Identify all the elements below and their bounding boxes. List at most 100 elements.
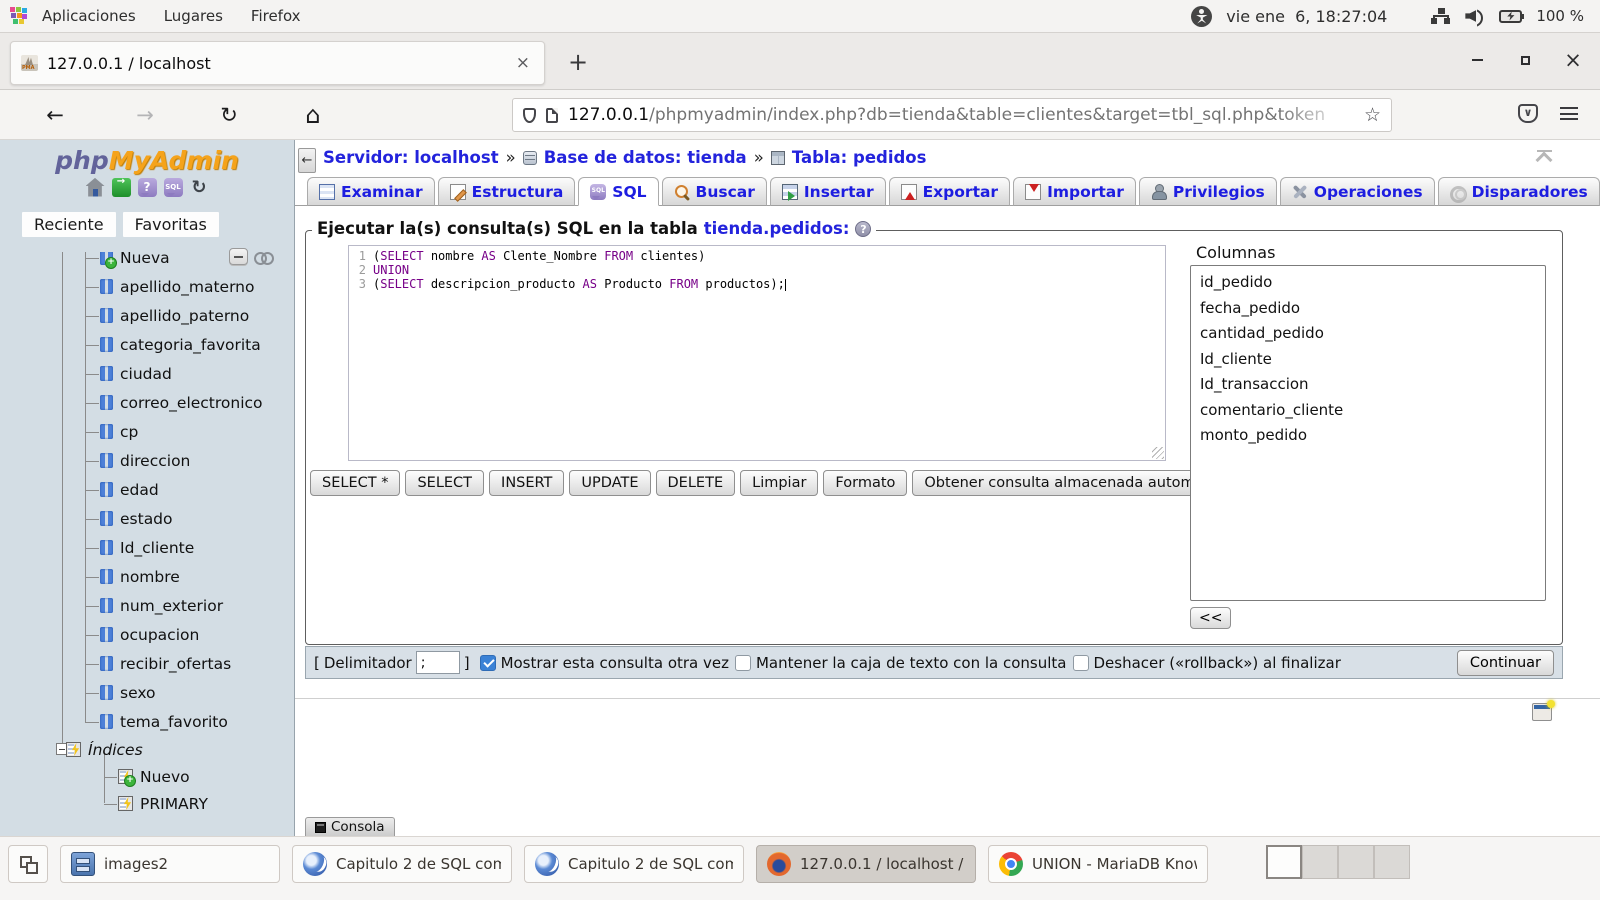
phpmyadmin-logo[interactable]: phpMyAdmin <box>0 146 294 175</box>
query-option[interactable]: Deshacer («rollback») al finalizar <box>1073 654 1341 672</box>
tree-item[interactable]: Índices <box>0 736 294 763</box>
pma-tab[interactable]: Privilegios <box>1139 177 1277 206</box>
sql-code-editor[interactable]: 1 (SELECT nombre AS Clente_Nombre FROM c… <box>348 245 1166 461</box>
bookmark-star-icon[interactable]: ☆ <box>1364 104 1381 126</box>
home-button[interactable]: ⌂ <box>298 100 328 130</box>
window-maximize-button[interactable] <box>1512 47 1538 73</box>
columns-collapse-button[interactable]: << <box>1190 607 1231 629</box>
reload-button[interactable]: ↻ <box>214 100 244 130</box>
refresh-icon[interactable]: ↻ <box>190 178 209 197</box>
taskbar-item[interactable]: Capitulo 2 de SQL com My... <box>524 845 744 883</box>
battery-icon[interactable] <box>1499 10 1522 23</box>
tree-item[interactable]: estado <box>0 504 294 533</box>
checkbox[interactable] <box>1073 655 1089 671</box>
editor-resize-handle[interactable] <box>1152 447 1164 459</box>
pocket-icon[interactable]: ∨ <box>1518 104 1538 123</box>
tree-item[interactable]: ocupacion <box>0 620 294 649</box>
show-desktop-button[interactable] <box>8 845 48 883</box>
tree-item[interactable]: num_exterior <box>0 591 294 620</box>
query-option[interactable]: Mostrar esta consulta otra vez <box>480 654 729 672</box>
column-option[interactable]: monto_pedido <box>1191 423 1545 449</box>
pma-tab[interactable]: Estructura <box>438 177 576 206</box>
tree-item[interactable]: direccion <box>0 446 294 475</box>
window-close-button[interactable]: × <box>1560 47 1586 73</box>
url-bar[interactable]: 127.0.0.1/phpmyadmin/index.php?db=tienda… <box>512 98 1392 132</box>
tree-item[interactable]: sexo <box>0 678 294 707</box>
sql-snippet-button[interactable]: Formato <box>823 470 907 496</box>
tracking-protection-shield-icon[interactable] <box>523 108 536 123</box>
network-icon[interactable] <box>1431 8 1451 24</box>
column-option[interactable]: comentario_cliente <box>1191 398 1545 424</box>
pma-tab[interactable]: SQL <box>578 177 658 206</box>
checkbox[interactable] <box>480 655 496 671</box>
tab-close-icon[interactable]: × <box>512 53 534 74</box>
distro-logo-icon[interactable] <box>10 7 28 25</box>
tree-item[interactable]: nombre <box>0 562 294 591</box>
pma-tab[interactable]: Disparadores <box>1438 177 1600 206</box>
columns-listbox[interactable]: id_pedido fecha_pedido cantidad_pedido I… <box>1190 265 1546 601</box>
new-tab-button[interactable]: + <box>568 51 588 73</box>
pma-tab[interactable]: Examinar <box>307 177 435 206</box>
page-info-icon[interactable] <box>546 108 558 123</box>
pma-tab[interactable]: Insertar <box>770 177 886 206</box>
tree-item[interactable]: tema_favorito <box>0 707 294 736</box>
delimiter-input[interactable] <box>416 651 460 674</box>
workspace-cell[interactable] <box>1338 845 1374 879</box>
sidebar-nav-tab[interactable]: Favoritas <box>123 212 219 237</box>
help-icon[interactable]: ? <box>138 178 157 197</box>
sql-snippet-button[interactable]: SELECT <box>405 470 484 496</box>
forward-button[interactable]: → <box>130 100 160 130</box>
page-settings-window-icon[interactable] <box>1532 703 1552 721</box>
scroll-top-icon[interactable] <box>1535 150 1555 164</box>
tree-item[interactable]: edad <box>0 475 294 504</box>
column-option[interactable]: cantidad_pedido <box>1191 321 1545 347</box>
sql-snippet-button[interactable]: INSERT <box>489 470 564 496</box>
taskbar-item[interactable]: 127.0.0.1 / localhost / tien... <box>756 845 976 883</box>
query-option[interactable]: Mantener la caja de texto con la consult… <box>735 654 1067 672</box>
topbar-menu[interactable]: Lugares <box>150 0 237 32</box>
sql-window-icon[interactable]: SQL <box>164 178 183 197</box>
console-bar[interactable]: Consola <box>305 817 395 836</box>
workspace-cell[interactable] <box>1374 845 1410 879</box>
url-text[interactable]: 127.0.0.1/phpmyadmin/index.php?db=tienda… <box>568 105 1358 125</box>
breadcrumb-table-link[interactable]: Tabla: pedidos <box>792 148 927 167</box>
column-option[interactable]: fecha_pedido <box>1191 296 1545 322</box>
tree-item[interactable]: categoria_favorita <box>0 330 294 359</box>
volume-icon[interactable] <box>1465 7 1485 25</box>
pma-tab[interactable]: Buscar <box>662 177 767 206</box>
tree-item[interactable]: Nueva <box>0 252 294 272</box>
back-button[interactable]: ← <box>40 100 70 130</box>
continue-button[interactable]: Continuar <box>1457 650 1554 676</box>
pma-tab[interactable]: Exportar <box>889 177 1011 206</box>
breadcrumb-database-link[interactable]: Base de datos: tienda <box>544 148 747 167</box>
tree-item[interactable]: correo_electronico <box>0 388 294 417</box>
home-icon[interactable] <box>86 178 105 197</box>
hide-navigation-button[interactable]: ← <box>298 148 316 173</box>
window-minimize-button[interactable] <box>1464 47 1490 73</box>
sql-snippet-button[interactable]: DELETE <box>656 470 736 496</box>
documentation-help-icon[interactable]: ? <box>855 221 871 237</box>
tree-item[interactable]: cp <box>0 417 294 446</box>
menu-hamburger-icon[interactable] <box>1560 107 1578 120</box>
tree-item[interactable]: Id_cliente <box>0 533 294 562</box>
pma-tab[interactable]: Operaciones <box>1280 177 1435 206</box>
taskbar-item[interactable]: UNION - MariaDB Knowled... <box>988 845 1208 883</box>
pma-tab[interactable]: Importar <box>1013 177 1136 206</box>
workspace-cell[interactable] <box>1302 845 1338 879</box>
topbar-menu[interactable]: Firefox <box>237 0 315 32</box>
clock[interactable]: vie ene 6, 18:27:04 <box>1226 7 1387 26</box>
tree-item[interactable]: ciudad <box>0 359 294 388</box>
checkbox[interactable] <box>735 655 751 671</box>
tree-item[interactable]: PRIMARY <box>0 790 294 817</box>
column-option[interactable]: id_pedido <box>1191 270 1545 296</box>
tree-item[interactable]: apellido_materno <box>0 272 294 301</box>
browser-tab[interactable]: 127.0.0.1 / localhost × <box>10 41 545 85</box>
target-table-link[interactable]: tienda.pedidos: <box>704 219 850 238</box>
breadcrumb-server-link[interactable]: Servidor: localhost <box>323 148 499 167</box>
accessibility-icon[interactable] <box>1191 6 1212 27</box>
sql-snippet-button[interactable]: SELECT * <box>310 470 400 496</box>
sidebar-nav-tab[interactable]: Reciente <box>22 212 116 237</box>
taskbar-item[interactable]: images2 <box>60 845 280 883</box>
column-option[interactable]: Id_cliente <box>1191 347 1545 373</box>
tree-item[interactable]: apellido_paterno <box>0 301 294 330</box>
